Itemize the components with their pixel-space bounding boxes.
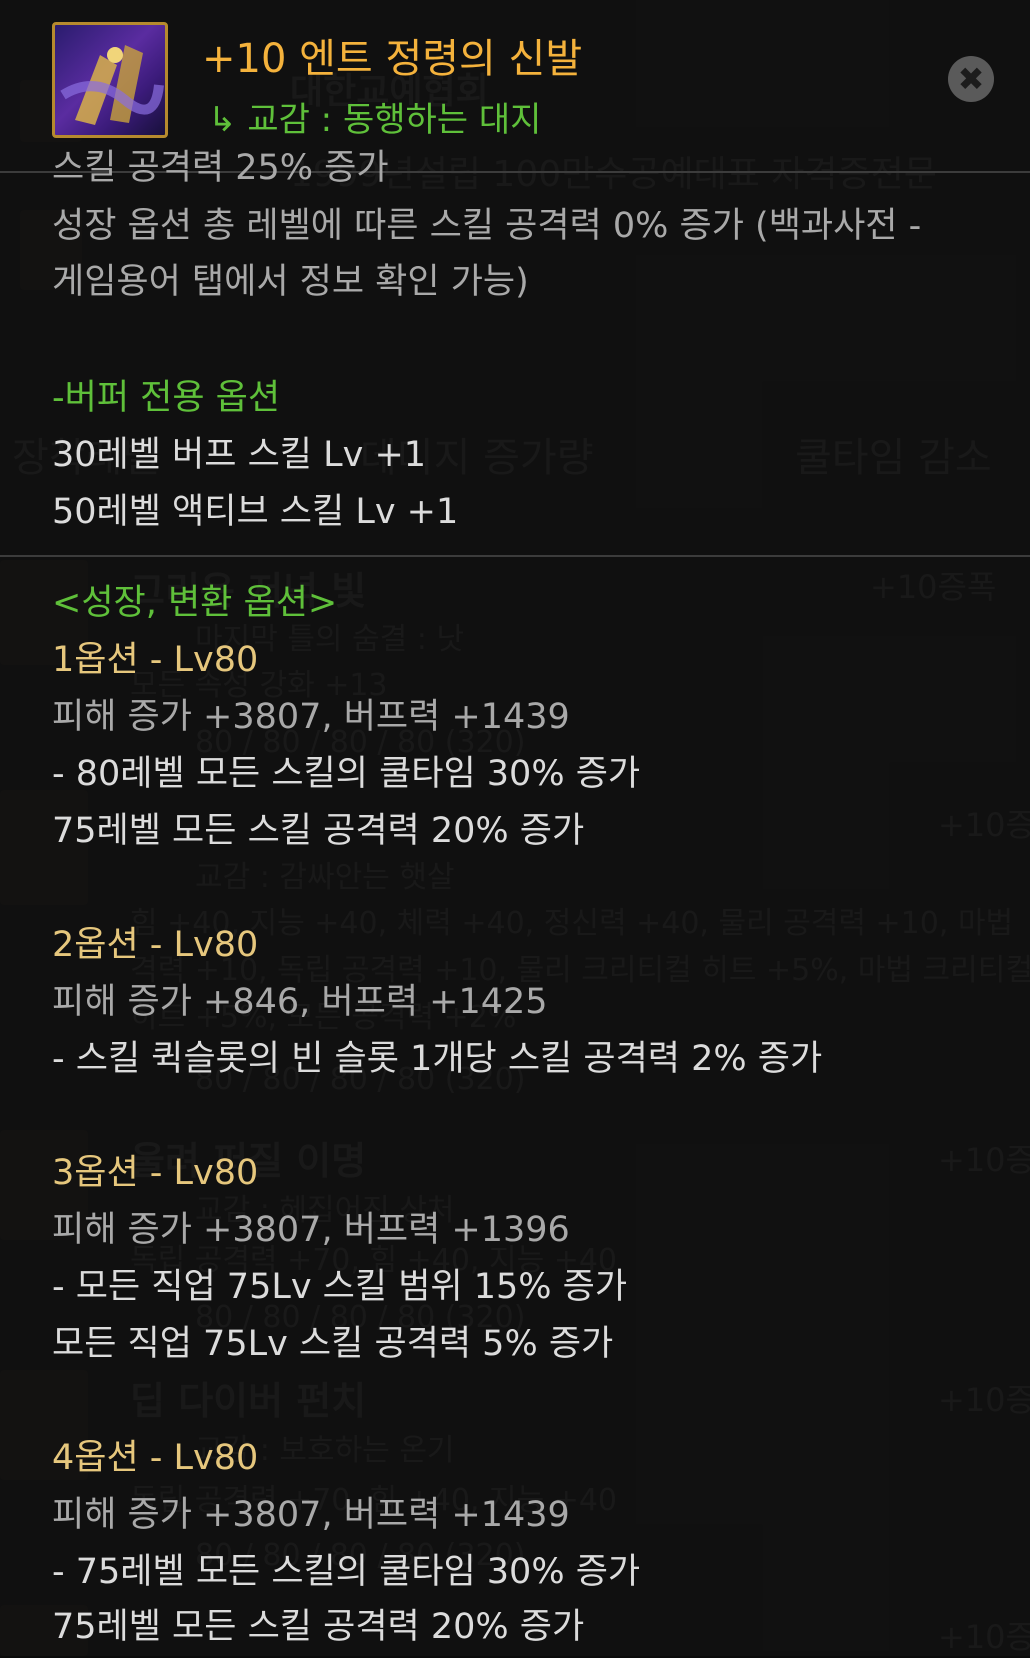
option-2-stats: 피해 증가 +846, 버프력 +1425 xyxy=(52,982,548,1022)
option-2-effect: - 스킬 퀵슬롯의 빈 슬롯 1개당 스킬 공격력 2% 증가 xyxy=(52,1039,823,1079)
option-line-cut: 스킬 공격력 25% 증가 xyxy=(52,148,389,188)
subtitle-arrow-icon: ↳ xyxy=(208,100,237,140)
item-tooltip: +10 엔트 정령의 신발 ↳ 교감 : 동행하는 대지 ✖ 스킬 공격력 25… xyxy=(0,0,1030,1656)
option-1-stats: 피해 증가 +3807, 버프력 +1439 xyxy=(52,697,570,737)
option-1-title: 1옵션 - Lv80 xyxy=(52,640,259,680)
option-1-effect: - 80레벨 모든 스킬의 쿨타임 30% 증가 xyxy=(52,754,641,794)
option-line: 성장 옵션 총 레벨에 따른 스킬 공격력 0% 증가 (백과사전 - xyxy=(52,206,922,246)
option-4-title: 4옵션 - Lv80 xyxy=(52,1438,259,1478)
item-icon xyxy=(52,22,168,138)
option-3-effect: - 모든 직업 75Lv 스킬 범위 15% 증가 xyxy=(52,1267,628,1307)
option-4-effect: - 75레벨 모든 스킬의 쿨타임 30% 증가 xyxy=(52,1552,641,1592)
buffer-section-header: -버퍼 전용 옵션 xyxy=(52,378,281,418)
option-3-stats: 피해 증가 +3807, 버프력 +1396 xyxy=(52,1210,570,1250)
option-2-title: 2옵션 - Lv80 xyxy=(52,925,259,965)
buffer-option-line: 30레벨 버프 스킬 Lv +1 xyxy=(52,435,427,475)
option-line: 게임용어 탭에서 정보 확인 가능) xyxy=(52,262,529,302)
option-4-stats: 피해 증가 +3807, 버프력 +1439 xyxy=(52,1495,570,1535)
item-title: +10 엔트 정령의 신발 xyxy=(202,36,583,82)
option-1-effect: 75레벨 모든 스킬 공격력 20% 증가 xyxy=(52,811,585,851)
buffer-option-line: 50레벨 액티브 스킬 Lv +1 xyxy=(52,492,459,532)
close-icon[interactable]: ✖ xyxy=(948,56,994,102)
item-subtitle: ↳ 교감 : 동행하는 대지 xyxy=(208,92,541,141)
option-3-title: 3옵션 - Lv80 xyxy=(52,1153,259,1193)
section-divider xyxy=(0,555,1030,557)
option-3-effect: 모든 직업 75Lv 스킬 공격력 5% 증가 xyxy=(52,1324,614,1364)
option-4-effect: 75레벨 모든 스킬 공격력 20% 증가 xyxy=(52,1607,585,1647)
growth-section-header: <성장, 변환 옵션> xyxy=(52,583,338,623)
subtitle-text: 교감 : 동행하는 대지 xyxy=(247,100,542,140)
